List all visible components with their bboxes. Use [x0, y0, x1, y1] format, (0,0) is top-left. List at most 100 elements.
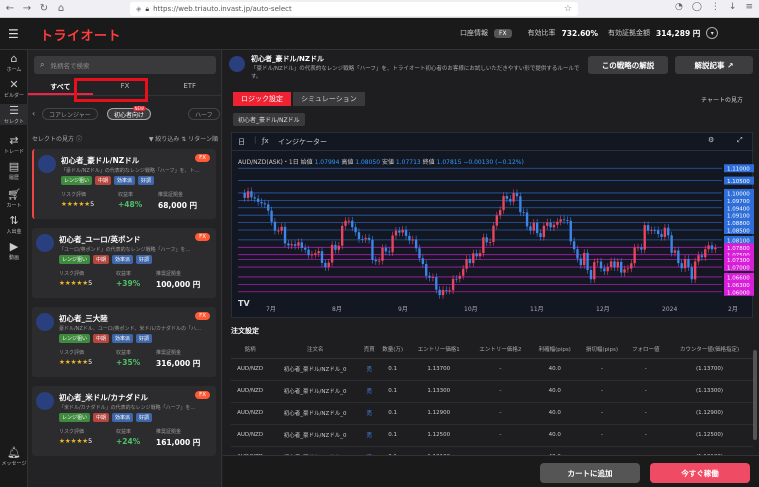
start-now-button[interactable]: 今すぐ稼働	[650, 463, 750, 483]
download-icon[interactable]: ↓	[729, 2, 737, 12]
home-browser-icon[interactable]: ⌂	[54, 3, 68, 14]
candle-body	[636, 247, 640, 249]
strategy-guide-button[interactable]: この戦略の解説	[588, 56, 668, 74]
candle-body	[468, 258, 472, 264]
nav-item-7[interactable]: ▶ 動画	[0, 240, 28, 261]
sort-icon[interactable]: ⇅	[181, 136, 186, 143]
address-bar[interactable]: ◈ 🔒︎ https://web.triauto.invast.jp/auto-…	[130, 2, 578, 16]
candle-body	[522, 212, 525, 214]
candle-body	[287, 243, 290, 246]
candle-body	[465, 258, 468, 269]
chevron-left-icon[interactable]: ‹	[32, 109, 35, 118]
account-type-badge[interactable]: FX	[494, 28, 512, 38]
nav-item-4[interactable]: ▤ 履歴	[0, 160, 28, 181]
column-header: 注文名	[269, 340, 362, 359]
price-level-label-bg	[724, 226, 754, 234]
candle-body	[357, 232, 361, 240]
chip-core-ranger[interactable]: コアレンジャー	[42, 108, 98, 120]
strategy-card[interactable]: 初心者_米ドル/カナダドル FX 「米ドル/カナダドル」の代表的なレンジ戦略「ハ…	[32, 386, 216, 456]
indicator-button[interactable]: インジケーター	[278, 137, 327, 147]
highlight-box	[74, 78, 148, 102]
return-label: 収益率	[116, 271, 132, 277]
nav-item-5[interactable]: 🛒︎ カート	[0, 188, 28, 209]
price-level-label: 1.11000	[727, 167, 750, 173]
pocket-icon[interactable]: ◔	[675, 2, 683, 12]
candle-body	[606, 266, 609, 272]
table-cell: -	[469, 402, 532, 425]
forward-icon[interactable]: →	[20, 3, 34, 14]
account-icon[interactable]: ◯	[692, 2, 702, 12]
chip-beginner[interactable]: 初心者向け NEW	[107, 106, 152, 120]
back-icon[interactable]: ←	[3, 3, 17, 14]
candle-body	[364, 237, 367, 240]
nav-item-2[interactable]: ☰ セレクト	[0, 104, 28, 125]
nav-item-3[interactable]: ⇄ トレード	[0, 134, 28, 155]
table-cell: 0.1	[377, 424, 408, 447]
candle-body	[583, 252, 586, 266]
low-value: 1.07713	[395, 159, 421, 166]
candle-body	[707, 245, 710, 250]
high-value: 1.08050	[355, 159, 381, 166]
filter-icon[interactable]: ▼	[149, 136, 154, 143]
candle-body	[603, 268, 606, 272]
nav-item-8[interactable]: 🔔︎ メッセージ	[0, 446, 28, 467]
timeframe-button[interactable]: 日	[238, 137, 245, 147]
candle-body	[525, 212, 529, 227]
nav-item-label: セレクト	[3, 119, 24, 125]
bookmark-star-icon[interactable]: ☆	[564, 4, 572, 14]
price-level-label: 1.07800	[727, 246, 750, 252]
hamburger-icon[interactable]: ☰	[8, 27, 19, 41]
candle-body	[562, 219, 566, 221]
candle-body	[535, 222, 539, 234]
candle-body	[411, 239, 414, 241]
chart-guide-link[interactable]: チャートの見方	[701, 95, 743, 104]
nav-item-0[interactable]: ⌂ ホーム	[0, 52, 28, 73]
candle-body	[475, 253, 478, 257]
tab-simulation[interactable]: シミュレーション	[293, 92, 365, 106]
return-value: +35%	[116, 358, 141, 367]
chip-half[interactable]: ハーフ	[188, 108, 220, 120]
sort-button[interactable]: リターン順	[188, 136, 218, 143]
extensions-icon[interactable]: ⋮	[711, 2, 720, 12]
help-icon[interactable]: ⓘ	[76, 136, 82, 143]
tab-etf[interactable]: ETF	[157, 82, 222, 95]
candle-body	[277, 230, 280, 232]
chevron-down-icon[interactable]: ▾	[706, 27, 719, 39]
nav-item-label: ビルダー	[3, 93, 24, 99]
low-label: 安値	[381, 159, 394, 166]
candle-body	[710, 245, 714, 250]
capital-value: 161,000 円	[156, 438, 201, 447]
price-level-label: 1.09700	[727, 199, 750, 205]
fullscreen-icon[interactable]: ⤢	[737, 136, 743, 145]
filter-button[interactable]: 絞り込み	[155, 136, 179, 143]
add-to-cart-button[interactable]: カートに追加	[540, 463, 640, 483]
candle-body	[398, 230, 401, 233]
account-label[interactable]: 口座情報	[460, 28, 488, 38]
strategy-card[interactable]: 初心者_ユーロ/英ポンド FX 「ユーロ/英ポンド」の代表的なレンジ戦略「ハーフ…	[32, 228, 216, 298]
strategy-tag[interactable]: 初心者_豪ドル/NZドル	[233, 113, 305, 126]
price-level-label: 1.08100	[727, 238, 750, 244]
table-cell: (1.12900)	[665, 402, 753, 425]
return-label: 収益率	[116, 429, 132, 435]
price-chart[interactable]: 日 | ƒx インジケーター ⚙ ⤢ AUD/NZD(ASK)・1日 始値 1.…	[231, 132, 754, 318]
tab-logic[interactable]: ロジック設定	[233, 92, 291, 106]
candle-body	[384, 247, 388, 252]
reload-icon[interactable]: ↻	[37, 3, 51, 14]
settings-gear-icon[interactable]: ⚙	[708, 136, 714, 144]
article-button[interactable]: 解説記事 ↗	[675, 56, 753, 74]
help-link[interactable]: セレクトの見方	[32, 136, 74, 143]
strategy-card[interactable]: 初心者_豪ドル/NZドル FX 「豪ドル/NZドル」の代表的なレンジ戦略「ハーフ…	[32, 149, 216, 219]
card-type-badge: FX	[195, 154, 210, 162]
search-input[interactable]: ⌕ 銘柄名で検索	[34, 56, 216, 74]
strategy-card[interactable]: 初心者_三大陸 FX 豪ドル/NZドル、ユーロ/英ポンド、米ドル/カナダドルの「…	[32, 307, 216, 377]
column-header: 銘柄	[231, 340, 270, 359]
table-scrollbar[interactable]	[753, 350, 757, 440]
table-cell: 1.13300	[407, 380, 470, 403]
nav-item-6[interactable]: ⇅ 入出金	[0, 214, 28, 235]
nav-item-1[interactable]: ✕ ビルダー	[0, 78, 28, 99]
capital-label: 推奨証拠金	[156, 429, 182, 435]
candle-body	[623, 269, 626, 273]
indicator-icon[interactable]: ƒx	[262, 137, 269, 145]
price-level-label: 1.08800	[727, 221, 750, 227]
menu-icon[interactable]: ≡	[745, 2, 753, 12]
